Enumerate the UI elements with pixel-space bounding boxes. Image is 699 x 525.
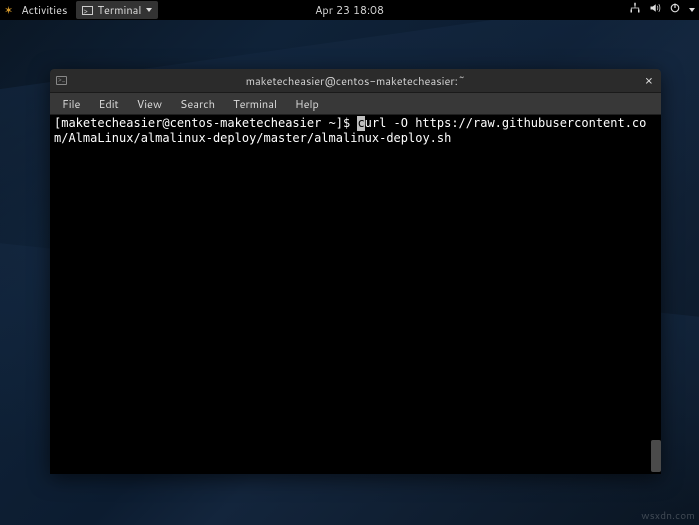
menu-view[interactable]: View	[129, 94, 170, 114]
menu-terminal[interactable]: Terminal	[225, 94, 285, 114]
terminal-window: maketecheasier@centos-maketecheasier:~ ×…	[50, 69, 661, 474]
terminal-menubar: File Edit View Search Terminal Help	[50, 93, 661, 115]
scrollbar-thumb[interactable]	[651, 440, 661, 472]
window-titlebar[interactable]: maketecheasier@centos-maketecheasier:~ ×	[50, 69, 661, 93]
terminal-icon	[82, 6, 93, 15]
menu-edit[interactable]: Edit	[90, 94, 126, 114]
window-title: maketecheasier@centos-maketecheasier:~	[246, 73, 466, 89]
text-cursor: c	[357, 116, 364, 131]
app-menu-label: Terminal	[98, 2, 142, 18]
menu-file[interactable]: File	[54, 94, 88, 114]
chevron-down-icon[interactable]	[689, 8, 695, 12]
network-icon[interactable]	[629, 2, 641, 18]
chevron-down-icon	[146, 8, 152, 12]
activities-button[interactable]: Activities	[17, 2, 71, 18]
volume-icon[interactable]	[649, 2, 661, 18]
distro-logo-icon: ✶	[4, 2, 13, 18]
power-icon[interactable]	[669, 2, 681, 18]
gnome-top-bar: ✶ Activities Terminal Apr 23 18:08	[0, 0, 699, 20]
clock-label[interactable]: Apr 23 18:08	[315, 2, 384, 18]
menu-help[interactable]: Help	[287, 94, 327, 114]
watermark-label: wsxdn.com	[641, 509, 695, 523]
terminal-icon	[56, 76, 67, 85]
app-menu-button[interactable]: Terminal	[76, 1, 159, 19]
close-button[interactable]: ×	[645, 72, 653, 90]
menu-search[interactable]: Search	[172, 94, 223, 114]
shell-prompt: [maketecheasier@centos-maketecheasier ~]…	[54, 116, 357, 130]
terminal-content[interactable]: [maketecheasier@centos-maketecheasier ~]…	[50, 115, 661, 474]
close-icon: ×	[645, 72, 653, 90]
